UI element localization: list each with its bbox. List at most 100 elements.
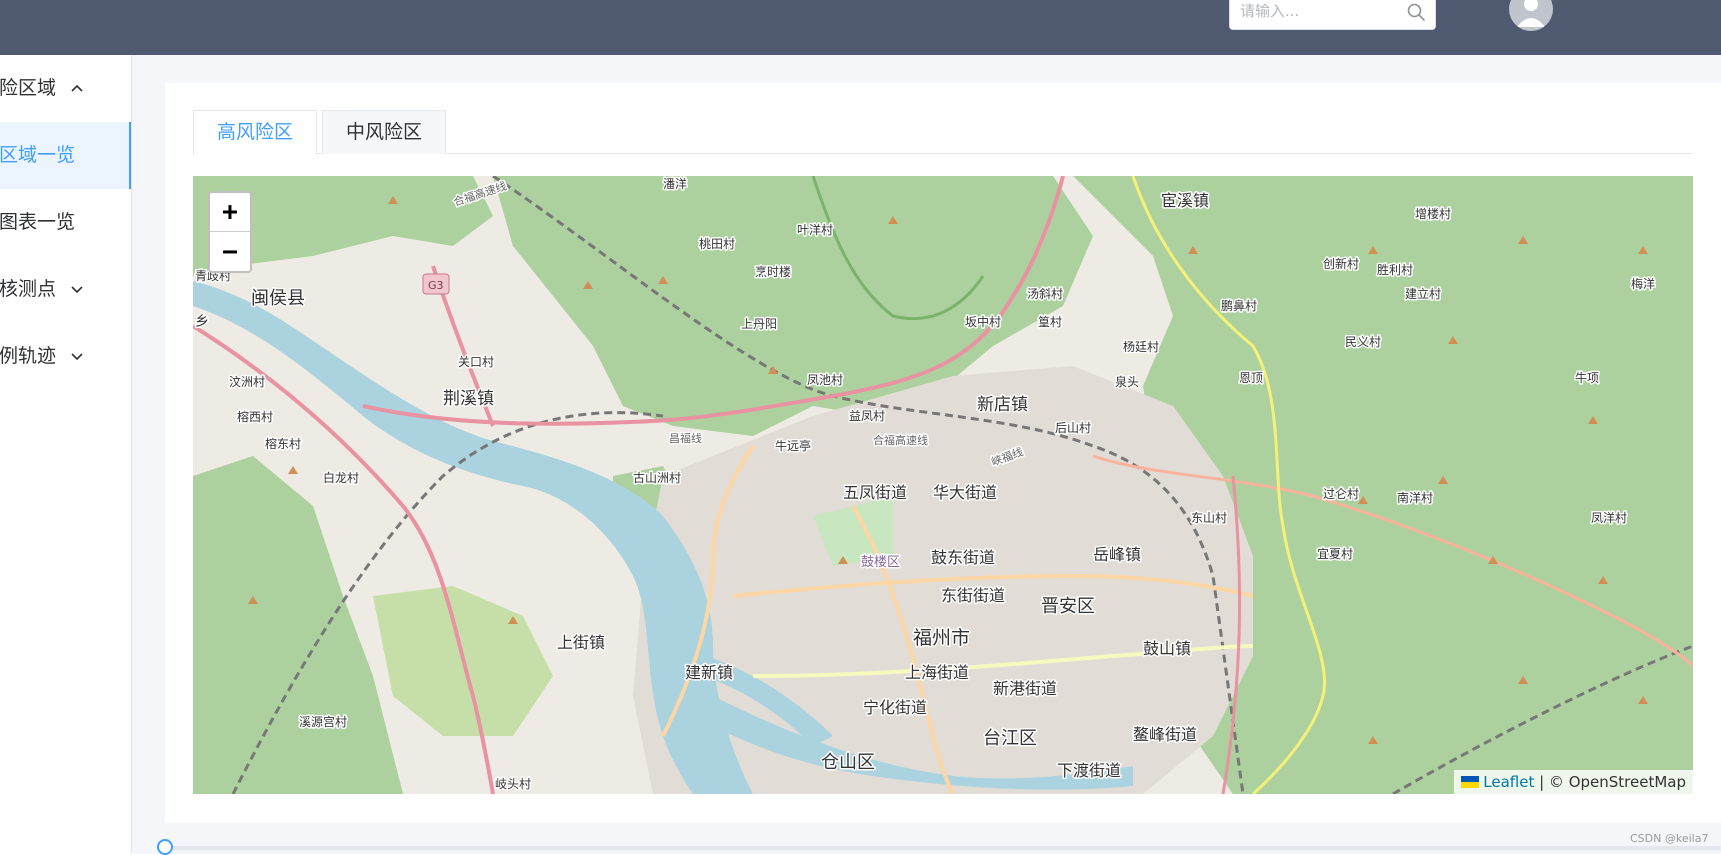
map-label: 合福高速线 — [873, 433, 928, 447]
map-label: 叶洋村 — [797, 222, 833, 237]
ukraine-flag-icon — [1461, 776, 1480, 788]
map-label: 荆溪镇 — [443, 389, 494, 409]
highway-shield-label: G3 — [428, 279, 444, 292]
bottom-slider-handle[interactable] — [157, 839, 173, 855]
map-label: 东街街道 — [941, 586, 1005, 605]
map-label: 益凤村 — [849, 409, 885, 423]
map-label: 汤斜村 — [1027, 287, 1063, 301]
sidebar: 险区域 区域一览 图表一览 核测点 例轨迹 — [0, 55, 132, 854]
map-label: 岳峰镇 — [1093, 545, 1141, 564]
sidebar-item-chart-overview[interactable]: 图表一览 — [0, 189, 131, 256]
map-attribution: Leaflet | © OpenStreetMap — [1454, 770, 1693, 794]
map-container[interactable]: 闽侯县 荆溪镇 宦溪镇 新店镇 五凤街道 华大街道 鼓东街道 东街街道 晋安区 … — [193, 176, 1693, 794]
watermark: CSDN @keila7 — [1630, 832, 1709, 845]
map-label: 鼓楼区 — [861, 555, 900, 570]
sidebar-item-case-tracks[interactable]: 例轨迹 — [0, 323, 131, 390]
user-avatar[interactable] — [1509, 0, 1553, 31]
leaflet-link[interactable]: Leaflet — [1483, 773, 1534, 791]
map-label: 南洋村 — [1397, 490, 1433, 505]
map-label: 牛远亭 — [775, 438, 811, 453]
map-label: 杨廷村 — [1123, 339, 1159, 354]
map-label: 榕西村 — [237, 409, 273, 424]
map-label: 建立村 — [1405, 286, 1441, 301]
map-label: 增楼村 — [1415, 206, 1451, 221]
zoom-control: + − — [208, 191, 252, 273]
map-label: 宦溪镇 — [1161, 191, 1209, 210]
map-label: 过仑村 — [1323, 487, 1359, 501]
attribution-text: | © OpenStreetMap — [1534, 773, 1686, 791]
map-label: 晋安区 — [1041, 596, 1095, 617]
map-label: 溪源宫村 — [299, 714, 347, 729]
chevron-down-icon — [71, 286, 83, 294]
map-label: 东山村 — [1191, 511, 1227, 525]
map-label: 新店镇 — [977, 395, 1028, 415]
map-label: 鼓东街道 — [931, 548, 995, 567]
map-label: 上海街道 — [905, 663, 969, 682]
map-label: 关口村 — [458, 355, 494, 369]
tab-label: 高风险区 — [216, 121, 293, 143]
map-label: 古山洲村 — [633, 470, 681, 485]
map-label: 恩顶 — [1239, 371, 1263, 385]
map-label: 仓山区 — [821, 752, 875, 773]
map-label: 凤池村 — [807, 373, 843, 387]
map-label: 闽侯县 — [251, 288, 305, 309]
map-label: 凤洋村 — [1591, 510, 1627, 525]
map-label: 鳌峰街道 — [1133, 725, 1197, 744]
map-label: 华大街道 — [933, 483, 997, 502]
sidebar-item-label: 核测点 — [0, 278, 57, 300]
zoom-out-button[interactable]: − — [210, 233, 250, 272]
map-label: 宜夏村 — [1317, 546, 1353, 561]
sidebar-item-risk-area[interactable]: 险区域 — [0, 55, 131, 122]
bottom-slider-track[interactable] — [165, 846, 1721, 850]
highway-shield: G3 — [422, 273, 450, 295]
map-label: 汶洲村 — [229, 374, 265, 389]
map-label: 胜利村 — [1377, 262, 1413, 277]
tab-medium-risk[interactable]: 中风险区 — [322, 110, 446, 154]
top-header — [0, 0, 1721, 55]
map-label: 峡福线 — [989, 444, 1025, 468]
map-label: 台江区 — [983, 728, 1037, 749]
map-label: 创新村 — [1323, 256, 1359, 271]
sidebar-item-label: 险区域 — [0, 77, 57, 99]
map-label: 建新镇 — [685, 663, 733, 682]
sidebar-item-label: 例轨迹 — [0, 345, 57, 367]
map-label: 下渡街道 — [1057, 761, 1121, 780]
map-label: 鹏鼻村 — [1221, 298, 1257, 313]
map-label: 上街镇 — [557, 633, 605, 652]
sidebar-item-label: 图表一览 — [0, 211, 76, 233]
user-icon — [1517, 0, 1545, 27]
map-label: 宁化街道 — [863, 698, 927, 717]
chevron-up-icon — [71, 84, 83, 92]
risk-tabs: 高风险区 中风险区 — [193, 110, 1693, 155]
tab-high-risk[interactable]: 高风险区 — [193, 110, 317, 155]
map-label: 潘洋 — [663, 176, 687, 191]
tab-label: 中风险区 — [345, 121, 422, 143]
sidebar-item-label: 区域一览 — [0, 144, 76, 166]
search-input[interactable] — [1230, 0, 1400, 29]
zoom-in-button[interactable]: + — [210, 193, 250, 232]
map-labels: 闽侯县 荆溪镇 宦溪镇 新店镇 五凤街道 华大街道 鼓东街道 东街街道 晋安区 … — [194, 176, 1657, 793]
map-label: 鼓山镇 — [1143, 639, 1191, 658]
map-label: 乡 — [195, 314, 209, 330]
map-label: 榕东村 — [265, 436, 301, 451]
chevron-down-icon — [71, 353, 83, 361]
map-label: 昌福线 — [669, 431, 702, 445]
map-label: 白龙村 — [323, 470, 359, 485]
map-label: 岐头村 — [495, 777, 531, 791]
search-icon[interactable] — [1406, 2, 1426, 22]
map-label: 桃田村 — [699, 236, 735, 251]
map-label: 烹时楼 — [755, 264, 791, 279]
map-label: 坂中村 — [965, 314, 1001, 329]
map-label: 五凤街道 — [843, 483, 907, 502]
search-box[interactable] — [1229, 0, 1436, 30]
map-label: 民义村 — [1345, 335, 1381, 349]
map-label: 梅洋 — [1631, 276, 1655, 291]
map-label: 合福高速线 — [452, 179, 509, 209]
map-label: 泉头 — [1115, 375, 1139, 389]
map-label: 上丹阳 — [741, 317, 777, 331]
sidebar-item-area-overview[interactable]: 区域一览 — [0, 122, 131, 189]
map-label: 篁村 — [1038, 314, 1062, 329]
map-label: 牛项 — [1575, 370, 1599, 385]
sidebar-item-test-points[interactable]: 核测点 — [0, 256, 131, 323]
map-label: 新港街道 — [993, 679, 1057, 698]
